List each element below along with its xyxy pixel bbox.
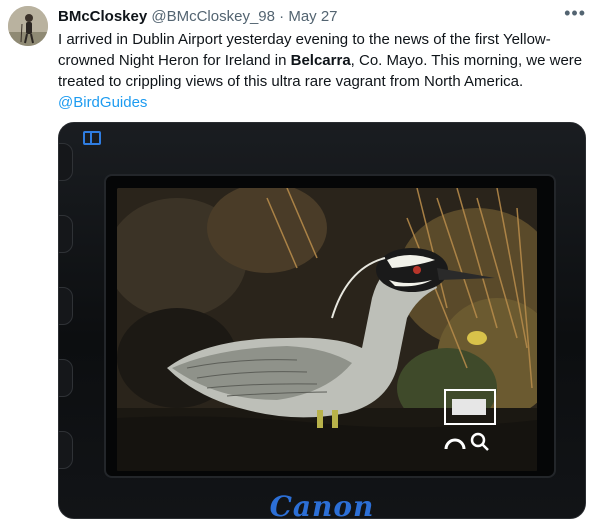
zoom-frame-icon	[444, 389, 496, 425]
heron-illustration	[117, 188, 537, 471]
avatar[interactable]	[8, 6, 48, 46]
tweet-date[interactable]: May 27	[288, 8, 337, 25]
user-handle[interactable]: @BMcCloskey_98	[151, 8, 275, 25]
mention-link[interactable]: @BirdGuides	[58, 94, 147, 111]
more-horizontal-icon[interactable]: •••	[564, 4, 586, 22]
tweet-text-bold: Belcarra	[290, 52, 351, 69]
camera-side-button	[59, 431, 73, 469]
heron-photo	[117, 188, 537, 471]
grid-icon	[83, 131, 101, 145]
avatar-photo	[8, 6, 48, 46]
tweet-media-photo[interactable]: Canon	[58, 122, 586, 519]
tweet-text: I arrived in Dublin Airport yesterday ev…	[58, 29, 586, 113]
camera-side-button	[59, 287, 73, 325]
tweet-header: BMcCloskey @BMcCloskey_98 · May 27	[58, 7, 584, 27]
camera-side-button	[59, 215, 73, 253]
separator-dot: ·	[279, 8, 285, 25]
camera-side-button	[59, 359, 73, 397]
camera-side-button	[59, 143, 73, 181]
display-name[interactable]: BMcCloskey	[58, 8, 147, 25]
magnify-icon	[444, 431, 492, 457]
camera-brand-logo: Canon	[269, 490, 375, 519]
